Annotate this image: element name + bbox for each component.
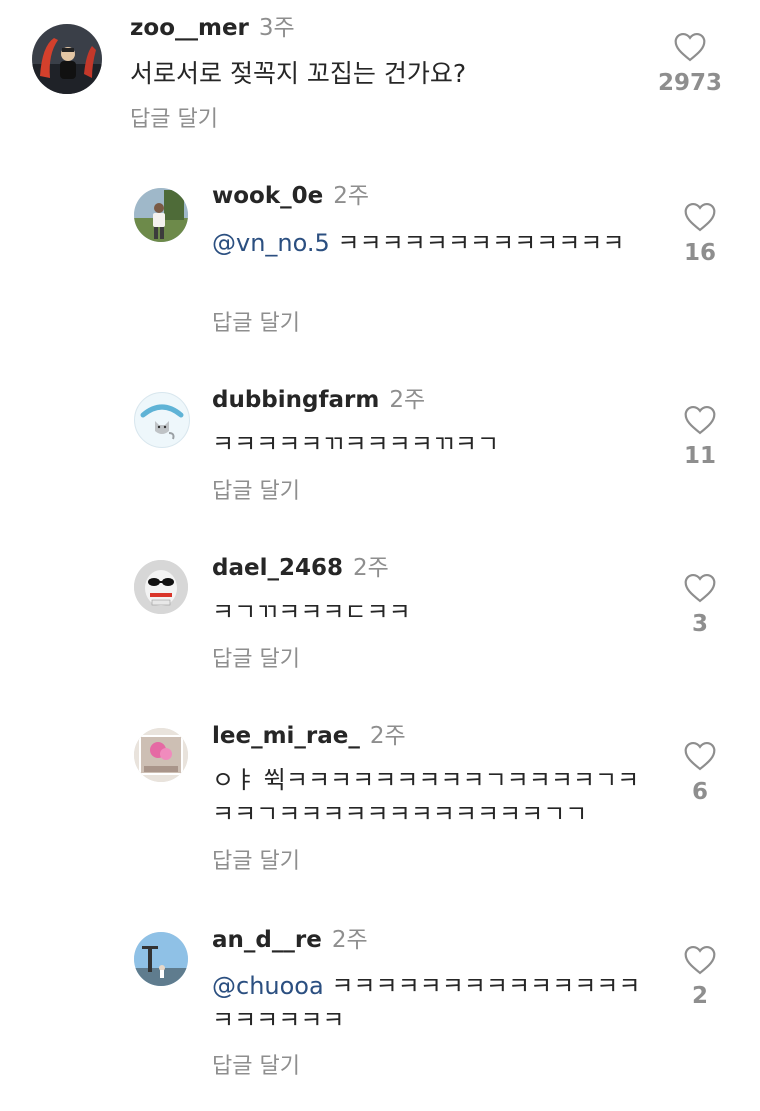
- heart-icon[interactable]: [683, 741, 717, 771]
- heart-icon[interactable]: [683, 405, 717, 435]
- like-group: 6: [660, 741, 740, 805]
- like-group: 16: [660, 202, 740, 266]
- avatar[interactable]: [134, 728, 188, 782]
- photo-avatar-car-icon: [32, 24, 102, 94]
- sunglasses-character-avatar-icon: [134, 560, 188, 614]
- mention-link[interactable]: @vn_no.5: [212, 229, 330, 257]
- heart-icon[interactable]: [673, 32, 707, 62]
- timestamp: 2주: [333, 183, 370, 209]
- timestamp: 2주: [331, 927, 368, 953]
- avatar[interactable]: [134, 392, 190, 448]
- comment-text: ㅋㅋㅋㅋㅋㄲㅋㅋㅋㅋㄲㅋㄱ: [212, 427, 652, 461]
- username[interactable]: dael_2468: [212, 555, 343, 581]
- heart-icon[interactable]: [683, 573, 717, 603]
- cat-logo-avatar-icon: [135, 393, 189, 447]
- comment-text: @chuooa ㅋㅋㅋㅋㅋㅋㅋㅋㅋㅋㅋㅋㅋㅋㅋㅋㅋㅋㅋㅋ: [212, 969, 652, 1037]
- like-count: 3: [691, 611, 708, 637]
- avatar[interactable]: [32, 24, 102, 94]
- reply-button[interactable]: 답글 달기: [130, 106, 218, 134]
- username[interactable]: zoo__mer: [130, 15, 249, 41]
- username[interactable]: an_d__re: [212, 927, 322, 953]
- comment-body: ㅋㅋㅋㅋㅋㅋㅋㅋㅋㅋㅋㅋㅋ: [329, 229, 625, 257]
- like-count: 2973: [657, 70, 722, 96]
- comment-item: zoo__mer 3주 서로서로 젖꼭지 꼬집는 건가요? 답글 달기 2973: [0, 0, 760, 150]
- reply-comment-item: wook_0e 2주 @vn_no.5 ㅋㅋㅋㅋㅋㅋㅋㅋㅋㅋㅋㅋㅋ 답글 달기 1…: [0, 160, 760, 350]
- like-count: 11: [683, 443, 716, 469]
- comment-text: @vn_no.5 ㅋㅋㅋㅋㅋㅋㅋㅋㅋㅋㅋㅋㅋ: [212, 226, 652, 260]
- comment-body: ㅋㄱㄲㅋㅋㅋㄷㅋㅋ: [212, 598, 411, 626]
- mention-link[interactable]: @chuooa: [212, 972, 324, 1000]
- timestamp: 2주: [352, 555, 389, 581]
- reply-comment-item: dael_2468 2주 ㅋㄱㄲㅋㅋㅋㄷㅋㅋ 답글 달기 3: [0, 538, 760, 688]
- username[interactable]: wook_0e: [212, 183, 323, 209]
- reply-button[interactable]: 답글 달기: [212, 1053, 300, 1081]
- timestamp: 2주: [389, 387, 426, 413]
- like-group: 11: [660, 405, 740, 469]
- username[interactable]: dubbingfarm: [212, 387, 379, 413]
- photo-avatar-doll-icon: [134, 728, 188, 782]
- avatar[interactable]: [134, 560, 188, 614]
- comment-body: ㅇㅑ 쒹ㅋㅋㅋㅋㅋㅋㅋㅋㅋㄱㅋㅋㅋㅋㄱㅋㅋㅋㄱㅋㅋㅋㅋㅋㅋㅋㅋㅋㅋㅋㅋㄱㄱ: [212, 766, 640, 828]
- reply-comment-item: lee_mi_rae_ 2주 ㅇㅑ 쒹ㅋㅋㅋㅋㅋㅋㅋㅋㅋㄱㅋㅋㅋㅋㄱㅋㅋㅋㄱㅋㅋㅋ…: [0, 706, 760, 896]
- reply-button[interactable]: 답글 달기: [212, 646, 300, 674]
- like-group: 2973: [650, 32, 730, 96]
- heart-icon[interactable]: [683, 202, 717, 232]
- username[interactable]: lee_mi_rae_: [212, 723, 360, 749]
- timestamp: 3주: [258, 15, 295, 41]
- reply-button[interactable]: 답글 달기: [212, 310, 300, 338]
- photo-avatar-person-icon: [134, 188, 188, 242]
- reply-comment-item: an_d__re 2주 @chuooa ㅋㅋㅋㅋㅋㅋㅋㅋㅋㅋㅋㅋㅋㅋㅋㅋㅋㅋㅋㅋ …: [0, 910, 760, 1110]
- comment-body: 서로서로 젖꼭지 꼬집는 건가요?: [130, 59, 467, 88]
- heart-icon[interactable]: [683, 945, 717, 975]
- timestamp: 2주: [369, 723, 406, 749]
- comment-text: ㅋㄱㄲㅋㅋㅋㄷㅋㅋ: [212, 595, 652, 629]
- like-count: 6: [691, 779, 708, 805]
- avatar[interactable]: [134, 188, 188, 242]
- avatar[interactable]: [134, 932, 188, 986]
- like-count: 2: [691, 983, 708, 1009]
- reply-button[interactable]: 답글 달기: [212, 848, 300, 876]
- like-group: 3: [660, 573, 740, 637]
- like-group: 2: [660, 945, 740, 1009]
- comment-body: ㅋㅋㅋㅋㅋㄲㅋㅋㅋㅋㄲㅋㄱ: [212, 430, 500, 458]
- reply-comment-item: dubbingfarm 2주 ㅋㅋㅋㅋㅋㄲㅋㅋㅋㅋㄲㅋㄱ 답글 달기 11: [0, 370, 760, 520]
- comment-text: 서로서로 젖꼭지 꼬집는 건가요?: [130, 57, 650, 91]
- comment-text: ㅇㅑ 쒹ㅋㅋㅋㅋㅋㅋㅋㅋㅋㄱㅋㅋㅋㅋㄱㅋㅋㅋㄱㅋㅋㅋㅋㅋㅋㅋㅋㅋㅋㅋㅋㄱㄱ: [212, 763, 652, 831]
- photo-avatar-landscape-icon: [134, 932, 188, 986]
- reply-button[interactable]: 답글 달기: [212, 478, 300, 506]
- like-count: 16: [683, 240, 716, 266]
